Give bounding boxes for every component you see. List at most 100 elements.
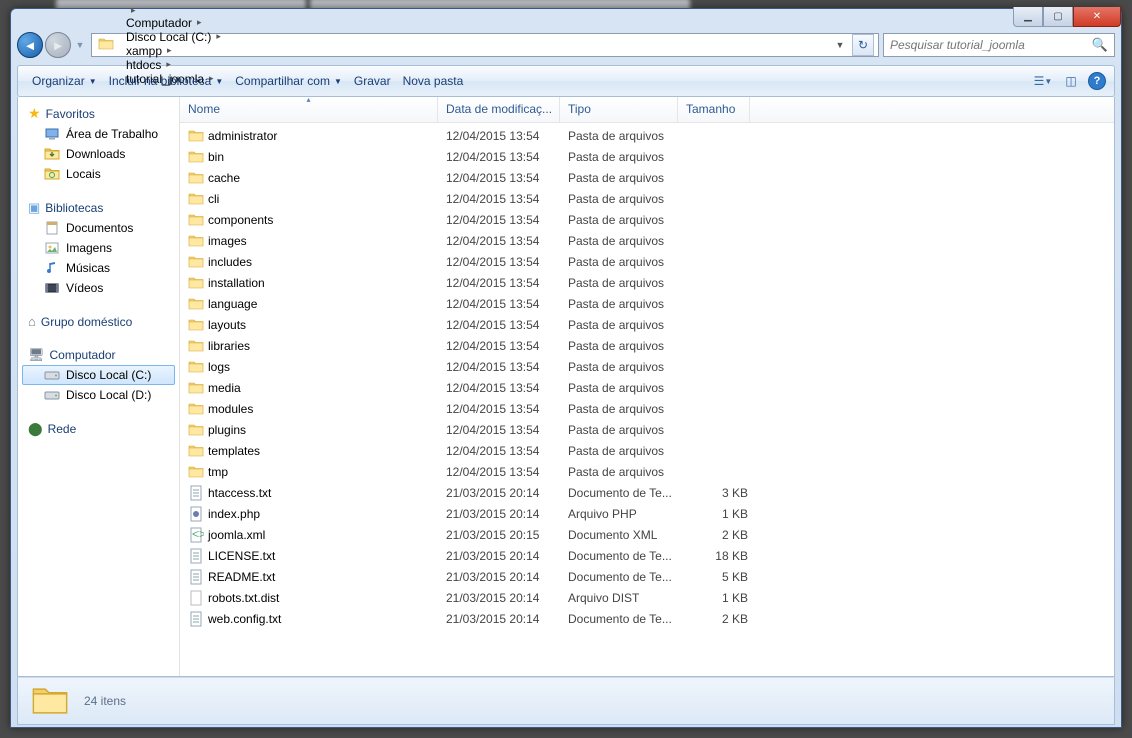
txt-icon	[188, 611, 204, 627]
organize-button[interactable]: Organizar▼	[26, 70, 103, 92]
sidebar-item[interactable]: Documentos	[18, 218, 179, 238]
file-name: tmp	[208, 465, 228, 479]
address-bar[interactable]: ▸Computador▸Disco Local (C:)▸xampp▸htdoc…	[91, 33, 879, 57]
list-item[interactable]: cli 12/04/2015 13:54 Pasta de arquivos	[180, 188, 1114, 209]
list-item[interactable]: images 12/04/2015 13:54 Pasta de arquivo…	[180, 230, 1114, 251]
list-item[interactable]: components 12/04/2015 13:54 Pasta de arq…	[180, 209, 1114, 230]
history-dropdown[interactable]: ▼	[73, 40, 87, 50]
burn-button[interactable]: Gravar	[348, 70, 397, 92]
file-name: templates	[208, 444, 260, 458]
file-name: cache	[208, 171, 240, 185]
list-item[interactable]: administrator 12/04/2015 13:54 Pasta de …	[180, 125, 1114, 146]
view-button[interactable]: ☰ ▼	[1032, 70, 1054, 92]
file-name: LICENSE.txt	[208, 549, 275, 563]
search-box[interactable]: 🔍	[883, 33, 1115, 57]
list-item[interactable]: htaccess.txt 21/03/2015 20:14 Documento …	[180, 482, 1114, 503]
sidebar-item[interactable]: Área de Trabalho	[18, 124, 179, 144]
file-date: 12/04/2015 13:54	[446, 150, 568, 164]
column-size[interactable]: Tamanho	[678, 97, 750, 122]
list-item[interactable]: plugins 12/04/2015 13:54 Pasta de arquiv…	[180, 419, 1114, 440]
file-name: plugins	[208, 423, 246, 437]
column-name[interactable]: Nome	[180, 97, 438, 122]
back-button[interactable]: ◄	[17, 32, 43, 58]
file-date: 12/04/2015 13:54	[446, 402, 568, 416]
list-item[interactable]: README.txt 21/03/2015 20:14 Documento de…	[180, 566, 1114, 587]
titlebar[interactable]: ▁ ▢ ✕	[11, 9, 1121, 29]
folder-icon	[188, 443, 204, 459]
breadcrumb[interactable]: Disco Local (C:)▸	[120, 30, 225, 44]
file-name: joomla.xml	[208, 528, 265, 542]
list-item[interactable]: media 12/04/2015 13:54 Pasta de arquivos	[180, 377, 1114, 398]
list-item[interactable]: index.php 21/03/2015 20:14 Arquivo PHP 1…	[180, 503, 1114, 524]
file-date: 12/04/2015 13:54	[446, 276, 568, 290]
file-date: 12/04/2015 13:54	[446, 465, 568, 479]
network-icon: ⬤	[28, 421, 43, 437]
list-item[interactable]: tmp 12/04/2015 13:54 Pasta de arquivos	[180, 461, 1114, 482]
file-name: index.php	[208, 507, 260, 521]
file-type: Documento de Te...	[568, 570, 686, 584]
close-button[interactable]: ✕	[1073, 7, 1121, 27]
item-icon	[44, 280, 60, 296]
sidebar-homegroup[interactable]: ⌂ Grupo doméstico	[18, 312, 179, 331]
sidebar-item-drive[interactable]: Disco Local (D:)	[18, 385, 179, 405]
list-item[interactable]: cache 12/04/2015 13:54 Pasta de arquivos	[180, 167, 1114, 188]
file-date: 21/03/2015 20:14	[446, 507, 568, 521]
sidebar-computer[interactable]: 🖥 Computador	[18, 345, 179, 365]
file-date: 12/04/2015 13:54	[446, 171, 568, 185]
list-item[interactable]: language 12/04/2015 13:54 Pasta de arqui…	[180, 293, 1114, 314]
file-type: Documento XML	[568, 528, 686, 542]
refresh-button[interactable]: ↻	[852, 34, 874, 56]
minimize-button[interactable]: ▁	[1013, 7, 1043, 27]
sidebar-libraries[interactable]: ▣ Bibliotecas	[18, 198, 179, 218]
list-item[interactable]: templates 12/04/2015 13:54 Pasta de arqu…	[180, 440, 1114, 461]
list-item[interactable]: bin 12/04/2015 13:54 Pasta de arquivos	[180, 146, 1114, 167]
forward-button[interactable]: ►	[45, 32, 71, 58]
list-item[interactable]: robots.txt.dist 21/03/2015 20:14 Arquivo…	[180, 587, 1114, 608]
file-date: 12/04/2015 13:54	[446, 360, 568, 374]
sidebar-item[interactable]: Locais	[18, 164, 179, 184]
sidebar-network[interactable]: ⬤ Rede	[18, 419, 179, 439]
include-library-button[interactable]: Incluir na biblioteca▼	[103, 70, 230, 92]
folder-icon	[188, 380, 204, 396]
preview-pane-button[interactable]: ◫	[1060, 70, 1082, 92]
list-item[interactable]: modules 12/04/2015 13:54 Pasta de arquiv…	[180, 398, 1114, 419]
file-type: Pasta de arquivos	[568, 129, 686, 143]
list-item[interactable]: includes 12/04/2015 13:54 Pasta de arqui…	[180, 251, 1114, 272]
sidebar-item[interactable]: Downloads	[18, 144, 179, 164]
toolbar: Organizar▼ Incluir na biblioteca▼ Compar…	[17, 65, 1115, 97]
sidebar-item-drive[interactable]: Disco Local (C:)	[22, 365, 175, 385]
column-type[interactable]: Tipo	[560, 97, 678, 122]
file-type: Pasta de arquivos	[568, 318, 686, 332]
list-item[interactable]: layouts 12/04/2015 13:54 Pasta de arquiv…	[180, 314, 1114, 335]
sidebar-favorites[interactable]: ★ Favoritos	[18, 103, 179, 124]
search-input[interactable]	[890, 38, 1092, 52]
sidebar-item[interactable]: Músicas	[18, 258, 179, 278]
file-type: Pasta de arquivos	[568, 234, 686, 248]
share-button[interactable]: Compartilhar com▼	[229, 70, 348, 92]
drive-icon	[44, 387, 60, 403]
list-item[interactable]: logs 12/04/2015 13:54 Pasta de arquivos	[180, 356, 1114, 377]
folder-icon	[188, 317, 204, 333]
address-dropdown[interactable]: ▼	[832, 40, 848, 50]
file-date: 12/04/2015 13:54	[446, 213, 568, 227]
file-name: htaccess.txt	[208, 486, 271, 500]
file-date: 21/03/2015 20:14	[446, 570, 568, 584]
list-item[interactable]: libraries 12/04/2015 13:54 Pasta de arqu…	[180, 335, 1114, 356]
xml-icon: <>	[188, 527, 204, 543]
file-name: images	[208, 234, 247, 248]
folder-icon	[30, 682, 70, 720]
sidebar-item[interactable]: Vídeos	[18, 278, 179, 298]
file-name: administrator	[208, 129, 277, 143]
list-item[interactable]: installation 12/04/2015 13:54 Pasta de a…	[180, 272, 1114, 293]
list-item[interactable]: web.config.txt 21/03/2015 20:14 Document…	[180, 608, 1114, 629]
list-item[interactable]: LICENSE.txt 21/03/2015 20:14 Documento d…	[180, 545, 1114, 566]
item-icon	[44, 260, 60, 276]
maximize-button[interactable]: ▢	[1043, 7, 1073, 27]
help-button[interactable]: ?	[1088, 72, 1106, 90]
column-date[interactable]: Data de modificaç...	[438, 97, 560, 122]
sidebar-item[interactable]: Imagens	[18, 238, 179, 258]
list-item[interactable]: <>joomla.xml 21/03/2015 20:15 Documento …	[180, 524, 1114, 545]
file-type: Pasta de arquivos	[568, 171, 686, 185]
breadcrumb[interactable]: xampp▸	[120, 44, 225, 58]
new-folder-button[interactable]: Nova pasta	[397, 70, 470, 92]
